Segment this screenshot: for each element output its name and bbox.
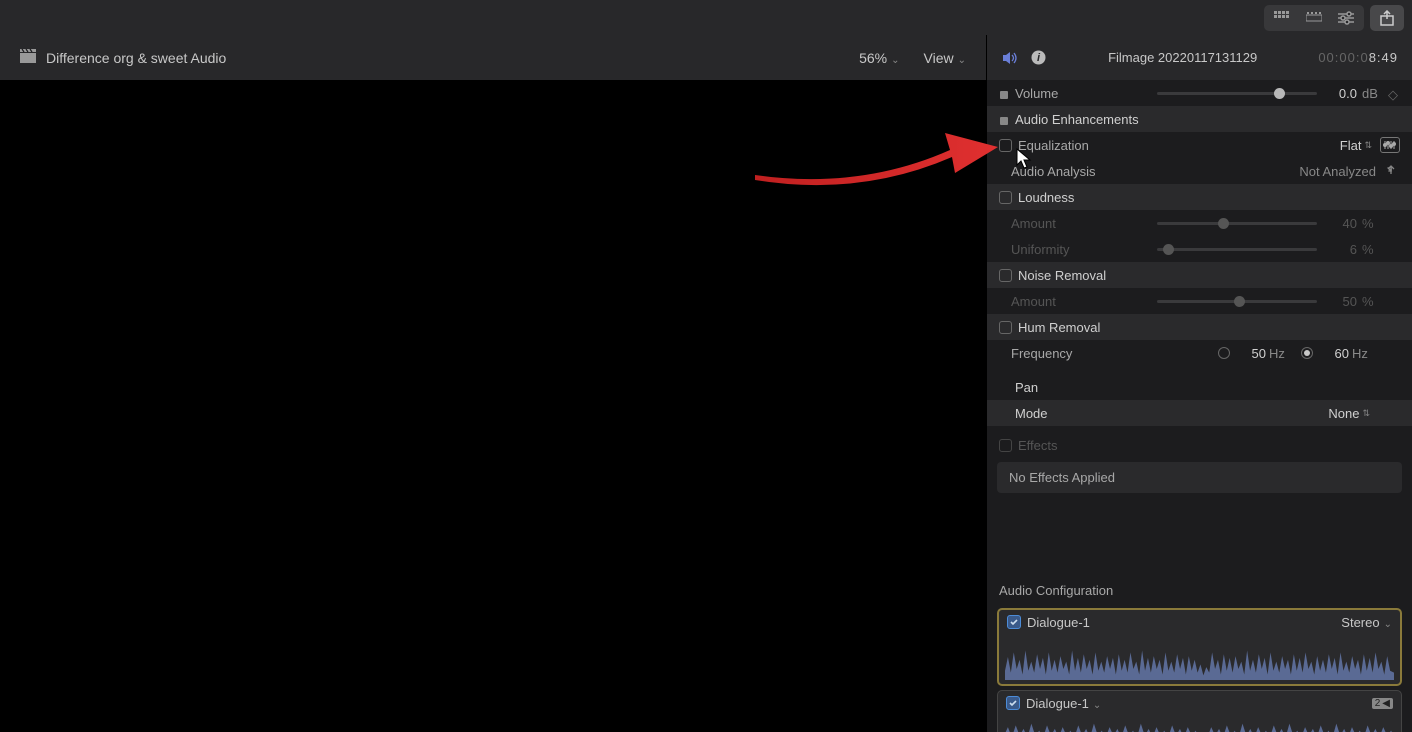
channel-badge: 2◀ <box>1372 698 1393 709</box>
equalization-checkbox[interactable] <box>999 139 1012 152</box>
disclosure-icon[interactable] <box>999 88 1009 98</box>
viewer-header: Difference org & sweet Audio 56%⌄ View⌄ <box>0 35 986 80</box>
zoom-dropdown[interactable]: 56%⌄ <box>859 50 899 66</box>
audio-analysis-status: Not Analyzed <box>1299 164 1376 179</box>
hum-removal-row: Hum Removal <box>987 314 1412 340</box>
equalization-value[interactable]: Flat <box>1331 138 1361 153</box>
noise-removal-checkbox[interactable] <box>999 269 1012 282</box>
analyze-icon[interactable] <box>1384 163 1400 179</box>
freq-50-radio[interactable] <box>1218 347 1230 359</box>
loudness-uniformity-row: Uniformity 6 % <box>987 236 1412 262</box>
effects-header: Effects <box>987 432 1412 458</box>
noise-removal-label: Noise Removal <box>1018 268 1400 283</box>
grid-view-icon[interactable] <box>1267 8 1297 28</box>
track-name: Dialogue-1⌄ <box>1026 696 1366 711</box>
share-button[interactable] <box>1370 5 1404 31</box>
equalization-label: Equalization <box>1018 138 1331 153</box>
pan-header: Pan <box>987 374 1412 400</box>
equalization-row: Equalization Flat⇅ <box>987 132 1412 158</box>
noise-removal-row: Noise Removal <box>987 262 1412 288</box>
waveform <box>999 634 1400 684</box>
loudness-row: Loudness <box>987 184 1412 210</box>
track-mode-dropdown[interactable]: Stereo⌄ <box>1341 615 1392 630</box>
app-toolbar <box>0 0 1412 35</box>
audio-track[interactable]: Dialogue-1 Stereo⌄ <box>997 608 1402 686</box>
loudness-amount-row: Amount 40 % <box>987 210 1412 236</box>
loudness-label: Loudness <box>1018 190 1400 205</box>
hum-removal-label: Hum Removal <box>1018 320 1400 335</box>
freq-60-radio[interactable] <box>1301 347 1313 359</box>
track-name: Dialogue-1 <box>1027 615 1335 630</box>
hum-frequency-row: Frequency 50Hz 60Hz <box>987 340 1412 366</box>
noise-amount-slider[interactable] <box>1157 300 1317 303</box>
viewer-panel: Difference org & sweet Audio 56%⌄ View⌄ <box>0 35 987 732</box>
track-enable-checkbox[interactable] <box>1007 615 1021 629</box>
audio-enhancements-header[interactable]: Audio Enhancements <box>987 106 1412 132</box>
loudness-checkbox[interactable] <box>999 191 1012 204</box>
viewer-title: Difference org & sweet Audio <box>46 50 859 66</box>
audio-track[interactable]: Dialogue-1⌄ 2◀ <box>997 690 1402 732</box>
waveform <box>998 715 1401 732</box>
disclosure-icon[interactable] <box>999 114 1009 124</box>
noise-amount-row: Amount 50 % <box>987 288 1412 314</box>
sliders-icon[interactable] <box>1331 8 1361 28</box>
clip-name: Filmage 20220117131129 <box>1057 50 1308 65</box>
clip-duration: 00:00:08:49 <box>1318 50 1398 65</box>
viewer-canvas[interactable] <box>0 80 986 732</box>
inspector-header: i Filmage 20220117131129 00:00:08:49 <box>987 35 1412 80</box>
audio-analysis-row: Audio Analysis Not Analyzed <box>987 158 1412 184</box>
effects-empty: No Effects Applied <box>997 462 1402 493</box>
clapperboard-icon <box>20 49 36 66</box>
loudness-amount-slider[interactable] <box>1157 222 1317 225</box>
filmstrip-icon[interactable] <box>1299 8 1329 28</box>
effects-checkbox[interactable] <box>999 439 1012 452</box>
hum-removal-checkbox[interactable] <box>999 321 1012 334</box>
audio-tab-icon[interactable] <box>1001 49 1019 67</box>
pan-mode-dropdown[interactable]: None <box>1328 406 1359 421</box>
audio-analysis-label: Audio Analysis <box>1011 164 1299 179</box>
track-enable-checkbox[interactable] <box>1006 696 1020 710</box>
equalization-inspector-icon[interactable] <box>1380 137 1400 153</box>
volume-slider[interactable] <box>1157 92 1317 95</box>
info-tab-icon[interactable]: i <box>1029 49 1047 67</box>
loudness-uniformity-slider[interactable] <box>1157 248 1317 251</box>
inspector-panel: i Filmage 20220117131129 00:00:08:49 Vol… <box>987 35 1412 732</box>
volume-label: Volume <box>1015 86 1147 101</box>
volume-value: 0.0 <box>1327 86 1357 101</box>
volume-row: Volume 0.0 dB ◇ <box>987 80 1412 106</box>
audio-configuration-header: Audio Configuration <box>987 577 1412 604</box>
pan-mode-row: Mode None⇅ <box>987 400 1412 426</box>
volume-reset-icon[interactable]: ◇ <box>1388 87 1400 99</box>
view-dropdown[interactable]: View⌄ <box>924 50 966 66</box>
layout-button-group <box>1264 5 1364 31</box>
